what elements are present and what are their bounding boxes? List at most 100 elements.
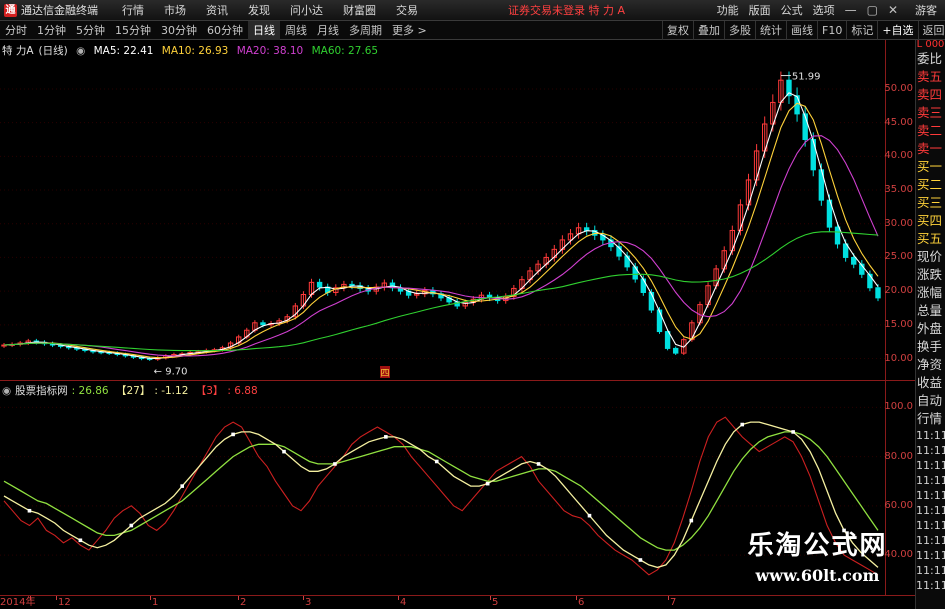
side-item[interactable]: 委比 [916, 50, 945, 68]
menu-formula[interactable]: 公式 [776, 2, 808, 18]
tab-60min[interactable]: 60分钟 [202, 21, 248, 40]
side-item[interactable]: 现价 [916, 248, 945, 266]
side-item[interactable]: 买二 [916, 176, 945, 194]
side-item[interactable]: 换手 [916, 338, 945, 356]
login-notice[interactable]: 证券交易未登录 特 力 A [508, 2, 625, 18]
tab-monthly[interactable]: 月线 [312, 21, 344, 40]
quote-side-panel[interactable]: L 000 委比 卖五 卖四 卖三 卖二 卖一 买一 买二 买三 买四 买五 现价 涨跌 涨幅 总量 外盘 换手… [915, 40, 945, 609]
menu-discover[interactable]: 发现 [238, 2, 280, 18]
indicator-dot [78, 538, 83, 543]
indicator-dot [231, 432, 235, 437]
menu-quotes[interactable]: 行情 [112, 2, 154, 18]
menu-wealth-circle[interactable]: 财富圈 [333, 2, 386, 18]
side-item[interactable]: 外盘 [916, 320, 945, 338]
tab-15min[interactable]: 15分钟 [110, 21, 156, 40]
chart-toolbar: 复权 叠加 多股 统计 画线 F10 标记 +自选 返回 [662, 21, 945, 40]
indicator-settings-icon[interactable]: ◉ [2, 385, 11, 397]
app-logo-icon: 通 [4, 3, 17, 17]
minimize-icon[interactable]: — [840, 3, 862, 17]
indicator-dot [129, 523, 134, 528]
indicator-dot [282, 449, 286, 454]
tab-30min[interactable]: 30分钟 [156, 21, 202, 40]
tab-weekly[interactable]: 周线 [280, 21, 312, 40]
indicator-dot [27, 508, 32, 513]
side-item[interactable]: 行情 [916, 410, 945, 428]
back-button[interactable]: 返回 [917, 21, 945, 40]
tab-intraday[interactable]: 分时 [0, 21, 32, 40]
side-item[interactable]: 涨跌 [916, 266, 945, 284]
tab-multi-period[interactable]: 多周期 [344, 21, 387, 40]
menu-news[interactable]: 资讯 [196, 2, 238, 18]
date-tick [238, 596, 239, 600]
adjust-button[interactable]: 复权 [662, 21, 693, 40]
price-axis: 50.00 45.00 40.00 35.00 30.00 25.00 20.00 15.00… [884, 40, 915, 380]
ma60-value: MA60: 27.65 [311, 45, 379, 57]
close-icon[interactable]: ✕ [883, 3, 903, 17]
side-item[interactable]: 卖三 [916, 104, 945, 122]
mark-button[interactable]: 标记 [846, 21, 877, 40]
date-label: 4 [400, 597, 407, 608]
indicator-dot [180, 484, 184, 488]
side-item[interactable]: 卖五 [916, 68, 945, 86]
side-item[interactable]: 买四 [916, 212, 945, 230]
ma5-value: MA5: 22.41 [93, 45, 154, 57]
app-title: 通达信金融终端 [21, 4, 98, 17]
menu-trade[interactable]: 交易 [386, 2, 428, 18]
side-time: 11:11 [916, 549, 945, 562]
draw-line-button[interactable]: 画线 [786, 21, 817, 40]
overlay-button[interactable]: 叠加 [693, 21, 724, 40]
tab-more[interactable]: 更多 > [387, 21, 432, 40]
side-item[interactable]: 自动 [916, 392, 945, 410]
price-tick: 45.00 [884, 116, 913, 128]
indicator-dot [536, 462, 541, 466]
side-item[interactable]: 涨幅 [916, 284, 945, 302]
legend-settings-icon[interactable]: ◉ [76, 45, 85, 57]
side-item[interactable]: 买五 [916, 230, 945, 248]
side-item[interactable]: 买一 [916, 158, 945, 176]
indicator-dot [689, 518, 694, 523]
tab-1min[interactable]: 1分钟 [32, 21, 71, 40]
multi-stock-button[interactable]: 多股 [724, 21, 755, 40]
indicator-tick: 60.00 [884, 499, 913, 511]
candle-body [672, 347, 679, 354]
indicator-label-3: 【3】 [195, 385, 224, 397]
f10-button[interactable]: F10 [817, 21, 846, 40]
menu-layout[interactable]: 版面 [744, 2, 776, 18]
side-item[interactable]: 买三 [916, 194, 945, 212]
statistics-button[interactable]: 统计 [755, 21, 786, 40]
indicator-dot [485, 481, 490, 486]
guest-user[interactable]: 游客 [903, 2, 945, 18]
side-item[interactable]: 卖二 [916, 122, 945, 140]
indicator-dot [587, 513, 592, 518]
side-item[interactable]: 卖四 [916, 86, 945, 104]
indicator-dot [791, 430, 795, 434]
menu-market[interactable]: 市场 [154, 2, 196, 18]
event-marker-label: 四 [380, 369, 389, 379]
candle-body [851, 256, 857, 265]
candle-body [656, 309, 663, 333]
candlestick-chart[interactable]: 51.99 ← 9.70 四 [0, 40, 885, 380]
indicator-value-2: : -1.12 [154, 385, 189, 397]
tab-5min[interactable]: 5分钟 [71, 21, 110, 40]
add-watchlist-button[interactable]: +自选 [877, 21, 917, 40]
ma5-line [3, 92, 879, 360]
side-item[interactable]: 总量 [916, 302, 945, 320]
menu-function[interactable]: 功能 [712, 2, 744, 18]
tab-daily[interactable]: 日线 [248, 20, 280, 40]
candle-body [664, 331, 671, 349]
menu-bar: 通 通达信金融终端 行情 市场 资讯 发现 问小达 财富圈 交易 证券交易未登录… [0, 0, 945, 21]
maximize-icon[interactable]: ▢ [862, 3, 883, 17]
side-item[interactable]: 净资 [916, 356, 945, 374]
indicator-name: 股票指标网 [15, 385, 68, 397]
price-chart-panel[interactable]: 特 力A (日线) ◉ MA5: 22.41 MA10: 26.93 MA20: … [0, 40, 885, 380]
side-item[interactable]: 卖一 [916, 140, 945, 158]
side-time: 11:11 [916, 564, 945, 577]
side-item[interactable]: 收益 [916, 374, 945, 392]
date-tick [398, 596, 399, 600]
watermark: 乐淘公式网 www.60lt.com [715, 525, 920, 605]
indicator-tick: 80.00 [884, 450, 913, 462]
menu-options[interactable]: 选项 [808, 2, 840, 18]
indicator-tick: 100.0 [884, 401, 913, 413]
menu-ask[interactable]: 问小达 [280, 2, 333, 18]
date-label: 1 [152, 597, 159, 608]
